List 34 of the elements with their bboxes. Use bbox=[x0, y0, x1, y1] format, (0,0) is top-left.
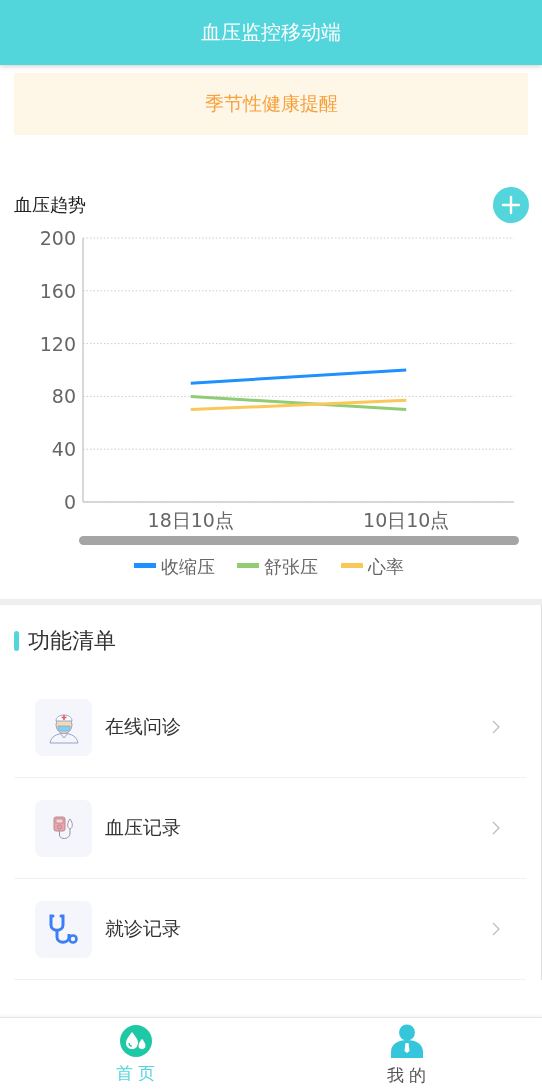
menu-item-label: 在线问诊 bbox=[105, 714, 182, 739]
legend-label[interactable]: 收缩压 bbox=[161, 556, 215, 577]
blood-pressure-monitor-icon bbox=[51, 815, 76, 841]
scrollbar[interactable] bbox=[79, 536, 519, 545]
legend-swatch bbox=[237, 563, 259, 568]
section-title: 血压趋势 bbox=[14, 193, 86, 217]
legend-label[interactable]: 舒张压 bbox=[264, 556, 318, 577]
app-title: 血压监控移动端 bbox=[201, 19, 341, 46]
user-icon bbox=[388, 1024, 425, 1060]
chevron-right-icon bbox=[492, 922, 500, 936]
y-tick-label: 40 bbox=[51, 438, 76, 461]
menu-item[interactable]: 在线问诊 bbox=[14, 677, 526, 778]
water-drops-icon bbox=[118, 1024, 153, 1058]
legend-swatch bbox=[134, 563, 156, 568]
legend-swatch bbox=[341, 563, 363, 568]
x-tick-label: 10日10点 bbox=[363, 509, 450, 531]
chevron-right-icon bbox=[492, 720, 500, 734]
y-tick-label: 80 bbox=[51, 385, 76, 408]
y-tick-label: 200 bbox=[39, 227, 76, 249]
menu-item-label: 血压记录 bbox=[105, 815, 182, 840]
y-tick-label: 0 bbox=[63, 491, 76, 513]
x-tick-label: 18日10点 bbox=[147, 509, 234, 531]
tab-item[interactable]: 我 的 bbox=[271, 1018, 542, 1091]
y-tick-label: 120 bbox=[39, 332, 76, 355]
plus-icon bbox=[501, 195, 521, 215]
menu-item-label: 就诊记录 bbox=[105, 916, 182, 941]
y-tick-label: 160 bbox=[39, 279, 76, 302]
section-title: 功能清单 bbox=[28, 627, 116, 655]
legend-label[interactable]: 心率 bbox=[368, 556, 404, 577]
add-button[interactable] bbox=[493, 187, 529, 223]
menu-item[interactable]: 血压记录 bbox=[14, 778, 526, 879]
menu-item[interactable]: 就诊记录 bbox=[14, 879, 526, 980]
chevron-right-icon bbox=[492, 821, 500, 835]
accent-bar bbox=[14, 631, 19, 651]
